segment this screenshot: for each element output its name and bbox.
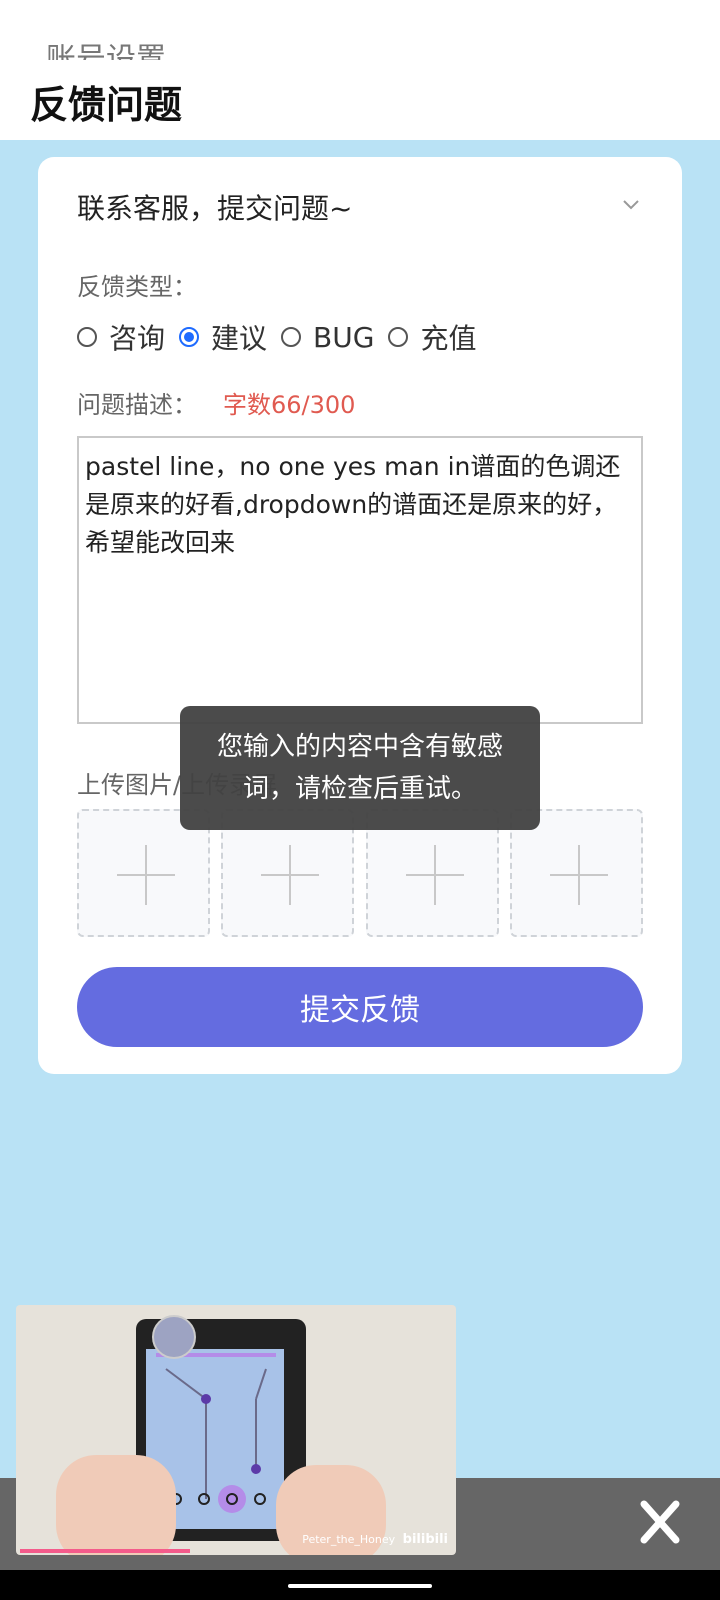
radio-label: 建议 [211,322,268,355]
header: 账号设置 反馈问题 [0,0,720,140]
radio-circle[interactable] [77,327,97,347]
bilibili-logo: bilibili [402,1532,448,1547]
page-title: 反馈问题 [30,83,183,127]
plus-icon-vertical [577,845,580,905]
radio-label: 咨询 [109,322,166,355]
plus-icon-vertical [145,845,147,905]
submit-feedback-button[interactable]: 提交反馈 [77,967,643,1047]
home-indicator[interactable] [288,1584,432,1588]
contact-service-dropdown[interactable]: 联系客服，提交问题~ [77,187,639,227]
radio-label: 充值 [420,322,477,355]
toast-message: 您输入的内容中含有敏感词，请检查后重试。 [180,706,540,830]
contact-service-label: 联系客服，提交问题~ [77,192,353,225]
hand-left [56,1455,176,1555]
mini-video-player[interactable]: Peter_the_Honey bilibili [16,1305,456,1555]
radio-option-recharge[interactable]: 充值 [388,317,476,357]
description-textarea[interactable]: pastel line，no one yes man in谱面的色调还是原来的好… [77,436,643,724]
feedback-type-group: 咨询 建议 BUG 充值 [77,317,490,357]
description-label: 问题描述： [77,391,197,419]
video-progress-bar [20,1549,190,1553]
radio-circle[interactable] [281,327,302,347]
plus-icon-vertical [289,845,292,905]
chevron-down-icon [623,200,639,210]
plus-icon-vertical [433,845,436,905]
feedback-type-label: 反馈类型： [77,273,197,301]
radio-option-bug[interactable]: BUG [281,321,374,354]
feedback-card: 联系客服，提交问题~ 反馈类型： 咨询 建议 BUG 充值 问题描述： 字数66/… [38,157,682,1074]
radio-option-suggestion[interactable]: 建议 [179,317,267,357]
radio-circle-selected[interactable] [179,327,200,347]
description-label-row: 问题描述： 字数66/300 [77,385,355,420]
radio-circle[interactable] [388,327,409,347]
close-icon[interactable] [640,1500,680,1544]
avatar [152,1315,196,1359]
watermark-user: Peter_the_Honey [302,1533,396,1546]
character-count: 字数66/300 [223,391,356,419]
radio-option-consult[interactable]: 咨询 [77,317,165,357]
previous-page-title: 账号设置 [46,42,166,60]
video-watermark: Peter_the_Honey bilibili [302,1532,448,1547]
radio-label: BUG [313,320,375,354]
